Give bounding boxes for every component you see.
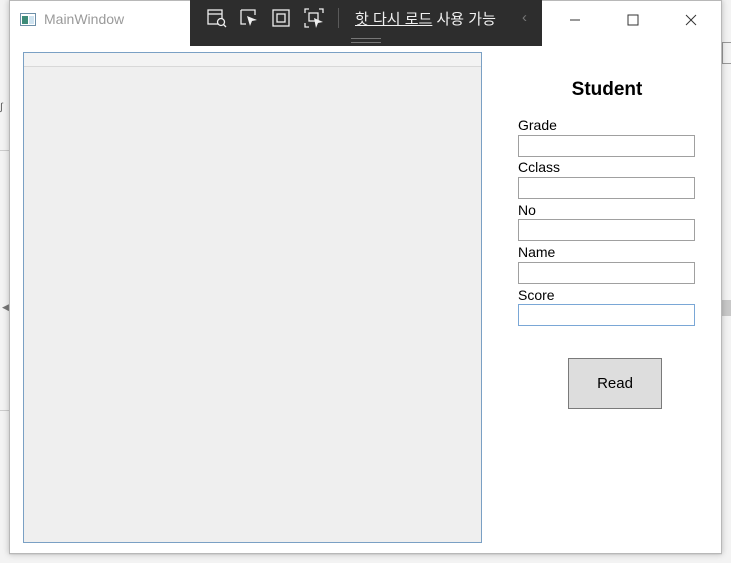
minimize-button[interactable] <box>552 1 598 39</box>
toolbar-separator <box>338 8 339 28</box>
score-label: Score <box>518 287 555 303</box>
display-adorners-icon[interactable] <box>270 7 292 29</box>
form-title: Student <box>571 79 643 100</box>
background-scrollbar <box>722 300 731 316</box>
no-input[interactable] <box>518 219 695 241</box>
grade-input[interactable] <box>518 135 695 157</box>
select-element-icon[interactable] <box>238 7 260 29</box>
background-glyph-icon: ∫ <box>0 102 3 113</box>
close-icon <box>685 14 697 26</box>
name-input[interactable] <box>518 262 695 284</box>
background-panel-edge <box>722 42 731 64</box>
close-button[interactable] <box>668 1 714 39</box>
track-focus-icon[interactable] <box>303 7 325 29</box>
background-arrow-icon: ◀ <box>2 302 9 312</box>
app-window-icon <box>20 13 36 26</box>
background-ide-left <box>0 0 9 563</box>
background-ide-right <box>722 0 731 563</box>
name-label: Name <box>518 244 556 260</box>
background-divider <box>0 150 9 151</box>
maximize-button[interactable] <box>610 1 656 39</box>
no-label: No <box>518 202 536 218</box>
hot-reload-status-text: 사용 가능 <box>432 11 496 28</box>
grade-label: Grade <box>518 117 557 133</box>
chevron-left-icon[interactable]: ‹ <box>522 9 527 26</box>
toolbar-drag-grip[interactable] <box>351 38 381 43</box>
score-input[interactable] <box>518 304 695 326</box>
debug-toolbar: 핫 다시 로드 사용 가능 ‹ <box>190 0 542 46</box>
window-title: MainWindow <box>44 11 125 27</box>
cclass-label: Cclass <box>518 159 561 175</box>
read-button[interactable]: Read <box>568 358 662 409</box>
live-visual-tree-icon[interactable] <box>206 7 228 29</box>
data-grid-header <box>24 53 481 67</box>
data-grid[interactable] <box>23 52 482 543</box>
hot-reload-link[interactable]: 핫 다시 로드 <box>355 11 432 28</box>
cclass-input[interactable] <box>518 177 695 199</box>
main-window: MainWindow Student Grade Cclass No Name … <box>9 0 722 554</box>
minimize-icon <box>570 19 580 21</box>
background-divider <box>0 410 9 411</box>
background-ide-bottom <box>0 555 731 563</box>
maximize-icon <box>627 14 639 26</box>
hot-reload-status[interactable]: 핫 다시 로드 사용 가능 <box>355 8 496 29</box>
